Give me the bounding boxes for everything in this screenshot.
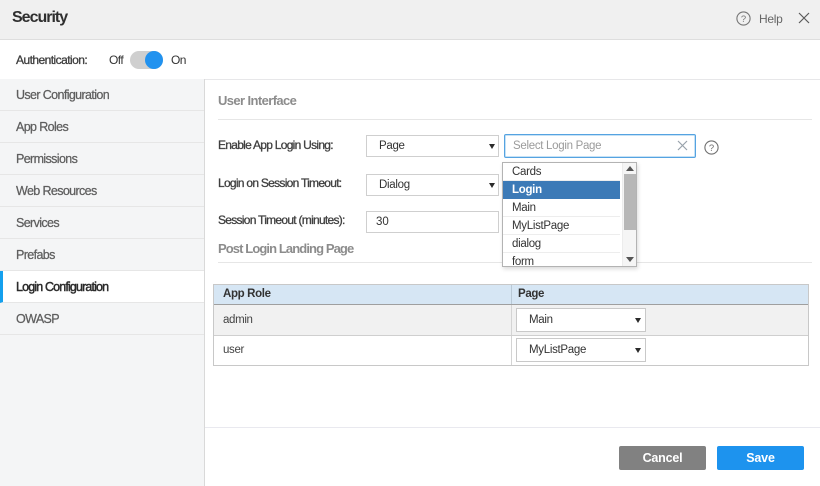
svg-text:?: ? <box>741 14 746 25</box>
svg-text:?: ? <box>709 143 714 154</box>
